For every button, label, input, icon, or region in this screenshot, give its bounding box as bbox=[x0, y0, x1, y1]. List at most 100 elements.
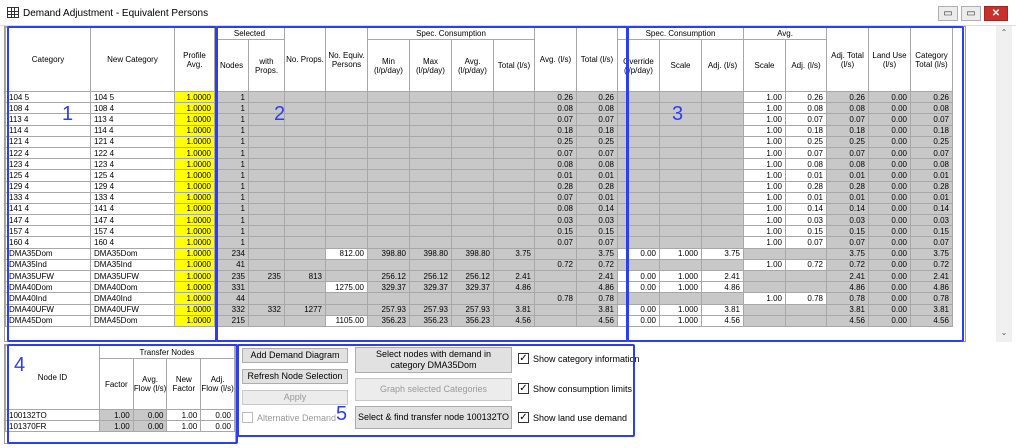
profile-avg-cell[interactable]: 1.0000 bbox=[174, 236, 215, 249]
equiv-persons-cell[interactable] bbox=[325, 303, 368, 316]
scroll-down-icon[interactable]: ⌄ bbox=[996, 328, 1012, 337]
override-cell[interactable] bbox=[617, 102, 660, 115]
header-avg-flow[interactable]: Avg. Flow (l/s) bbox=[132, 358, 168, 410]
table-row[interactable]: 113 4 113 4 1.0000 1 0.07 0.07 1.00 0.07 0.07 0.0… bbox=[5, 113, 953, 126]
override-cell[interactable] bbox=[617, 135, 660, 148]
table-row[interactable]: DMA35Ind DMA35Ind 1.0000 41 0.72 0.72 1.00 0.72… bbox=[5, 258, 953, 272]
override-cell[interactable]: 0.00 bbox=[617, 247, 660, 260]
show-consumption-limits-checkbox[interactable]: ✓ Show consumption limits bbox=[518, 383, 632, 394]
avg-scale-cell[interactable]: 1.00 bbox=[743, 225, 786, 238]
equiv-persons-cell[interactable] bbox=[325, 269, 368, 283]
equiv-persons-cell[interactable] bbox=[325, 113, 368, 126]
category-cell[interactable]: 157 4 bbox=[5, 225, 91, 238]
category-cell[interactable]: 133 4 bbox=[5, 191, 91, 204]
header-new-category[interactable]: New Category bbox=[90, 27, 175, 92]
transfer-new-factor-input[interactable]: 1.00 bbox=[166, 420, 202, 433]
new-category-cell[interactable]: 114 4 bbox=[90, 124, 175, 137]
header-category[interactable]: Category bbox=[5, 27, 91, 92]
profile-avg-cell[interactable]: 1.0000 bbox=[174, 169, 215, 182]
avg-scale-cell[interactable]: 1.00 bbox=[743, 113, 786, 126]
table-row[interactable]: 160 4 160 4 1.0000 1 0.07 0.07 1.00 0.07 0.07 0.0… bbox=[5, 236, 953, 249]
header-with-props[interactable]: with Props. bbox=[248, 39, 285, 92]
table-row[interactable]: 108 4 108 4 1.0000 1 0.08 0.08 1.00 0.08 0.08 0.0… bbox=[5, 102, 953, 115]
spec-scale-cell[interactable] bbox=[659, 202, 702, 216]
profile-avg-cell[interactable]: 1.0000 bbox=[174, 146, 215, 160]
restore-button[interactable]: ▭ bbox=[961, 6, 981, 21]
spec-scale-cell[interactable] bbox=[659, 146, 702, 160]
avg-scale-cell[interactable]: 1.00 bbox=[743, 124, 786, 137]
graph-selected-categories-button[interactable]: Graph selected Categories bbox=[355, 378, 512, 401]
new-category-cell[interactable]: 104 5 bbox=[90, 90, 175, 104]
category-cell[interactable]: DMA35UFW bbox=[5, 269, 91, 283]
category-cell[interactable]: DMA35Dom bbox=[5, 247, 91, 260]
equiv-persons-cell[interactable] bbox=[325, 191, 368, 204]
override-cell[interactable] bbox=[617, 225, 660, 238]
override-cell[interactable] bbox=[617, 258, 660, 272]
header-scale[interactable]: Scale bbox=[659, 39, 702, 92]
profile-avg-cell[interactable]: 1.0000 bbox=[174, 281, 215, 294]
spec-scale-cell[interactable] bbox=[659, 292, 702, 305]
equiv-persons-cell[interactable] bbox=[325, 258, 368, 272]
profile-avg-cell[interactable]: 1.0000 bbox=[174, 102, 215, 115]
equiv-persons-cell[interactable] bbox=[325, 102, 368, 115]
category-cell[interactable]: DMA40Dom bbox=[5, 281, 91, 294]
header-avg-scale[interactable]: Scale bbox=[743, 39, 786, 92]
new-category-cell[interactable]: 113 4 bbox=[90, 113, 175, 126]
category-cell[interactable]: DMA40Ind bbox=[5, 292, 91, 305]
profile-avg-cell[interactable]: 1.0000 bbox=[174, 135, 215, 148]
header-min[interactable]: Min (l/p/day) bbox=[367, 39, 410, 92]
category-cell[interactable]: 121 4 bbox=[5, 135, 91, 148]
avg-scale-cell[interactable]: 1.00 bbox=[743, 202, 786, 216]
spec-scale-cell[interactable]: 1.000 bbox=[659, 269, 702, 283]
avg-scale-cell[interactable] bbox=[743, 303, 786, 316]
table-row[interactable]: DMA40Ind DMA40Ind 1.0000 44 0.78 0.78 1.00 0.78… bbox=[5, 292, 953, 305]
table-row[interactable]: 101370FR 1.00 0.00 1.00 0.00 bbox=[5, 420, 235, 433]
new-category-cell[interactable]: 123 4 bbox=[90, 158, 175, 171]
header-no-props[interactable]: No. Props. bbox=[284, 27, 326, 92]
new-category-cell[interactable]: 122 4 bbox=[90, 146, 175, 160]
category-cell[interactable]: 160 4 bbox=[5, 236, 91, 249]
spec-scale-cell[interactable]: 1.000 bbox=[659, 314, 702, 327]
show-land-use-checkbox[interactable]: ✓ Show land use demand bbox=[518, 412, 627, 423]
header-avg-adj[interactable]: Adj. (l/s) bbox=[785, 39, 827, 92]
new-category-cell[interactable]: DMA35Dom bbox=[90, 247, 175, 260]
avg-scale-cell[interactable]: 1.00 bbox=[743, 135, 786, 148]
override-cell[interactable] bbox=[617, 202, 660, 216]
table-row[interactable]: DMA40UFW DMA40UFW 1.0000 332 332 1277 257.93 25… bbox=[5, 303, 953, 316]
new-category-cell[interactable]: 125 4 bbox=[90, 169, 175, 182]
equiv-persons-cell[interactable] bbox=[325, 225, 368, 238]
new-category-cell[interactable]: DMA45Dom bbox=[90, 314, 175, 327]
scroll-up-icon[interactable]: ⌃ bbox=[996, 28, 1012, 37]
table-row[interactable]: DMA35Dom DMA35Dom 1.0000 234 812.00 398.80 398… bbox=[5, 247, 953, 260]
table-row[interactable]: 157 4 157 4 1.0000 1 0.15 0.15 1.00 0.15 0.15 0.0… bbox=[5, 225, 953, 238]
override-cell[interactable] bbox=[617, 169, 660, 182]
avg-scale-cell[interactable] bbox=[743, 247, 786, 260]
table-row[interactable]: 141 4 141 4 1.0000 1 0.08 0.14 1.00 0.14 0.14 0.0… bbox=[5, 202, 953, 216]
avg-scale-cell[interactable]: 1.00 bbox=[743, 158, 786, 171]
header-profile-avg[interactable]: Profile Avg. bbox=[174, 27, 215, 92]
avg-scale-cell[interactable]: 1.00 bbox=[743, 102, 786, 115]
table-row[interactable]: 123 4 123 4 1.0000 1 0.08 0.08 1.00 0.08 0.08 0.0… bbox=[5, 158, 953, 171]
table-row[interactable]: 100132TO 1.00 0.00 1.00 0.00 bbox=[5, 408, 235, 422]
profile-avg-cell[interactable]: 1.0000 bbox=[174, 292, 215, 305]
override-cell[interactable] bbox=[617, 292, 660, 305]
spec-scale-cell[interactable] bbox=[659, 191, 702, 204]
override-cell[interactable] bbox=[617, 236, 660, 249]
new-category-cell[interactable]: 157 4 bbox=[90, 225, 175, 238]
category-cell[interactable]: 108 4 bbox=[5, 102, 91, 115]
equiv-persons-cell[interactable]: 1105.00 bbox=[325, 314, 368, 327]
avg-scale-cell[interactable]: 1.00 bbox=[743, 180, 786, 193]
category-cell[interactable]: DMA40UFW bbox=[5, 303, 91, 316]
add-demand-diagram-button[interactable]: Add Demand Diagram bbox=[242, 348, 348, 363]
avg-scale-cell[interactable] bbox=[743, 281, 786, 294]
spec-scale-cell[interactable] bbox=[659, 225, 702, 238]
override-cell[interactable] bbox=[617, 191, 660, 204]
header-adj[interactable]: Adj. (l/s) bbox=[701, 39, 744, 92]
table-row[interactable]: 125 4 125 4 1.0000 1 0.01 0.01 1.00 0.01 0.01 0.0… bbox=[5, 169, 953, 182]
refresh-node-selection-button[interactable]: Refresh Node Selection bbox=[242, 369, 348, 384]
table-row[interactable]: 133 4 133 4 1.0000 1 0.07 0.01 1.00 0.01 0.01 0.0… bbox=[5, 191, 953, 204]
override-cell[interactable] bbox=[617, 180, 660, 193]
equiv-persons-cell[interactable] bbox=[325, 202, 368, 216]
minimize-button[interactable]: ▭ bbox=[938, 6, 958, 21]
spec-scale-cell[interactable]: 1.000 bbox=[659, 247, 702, 260]
